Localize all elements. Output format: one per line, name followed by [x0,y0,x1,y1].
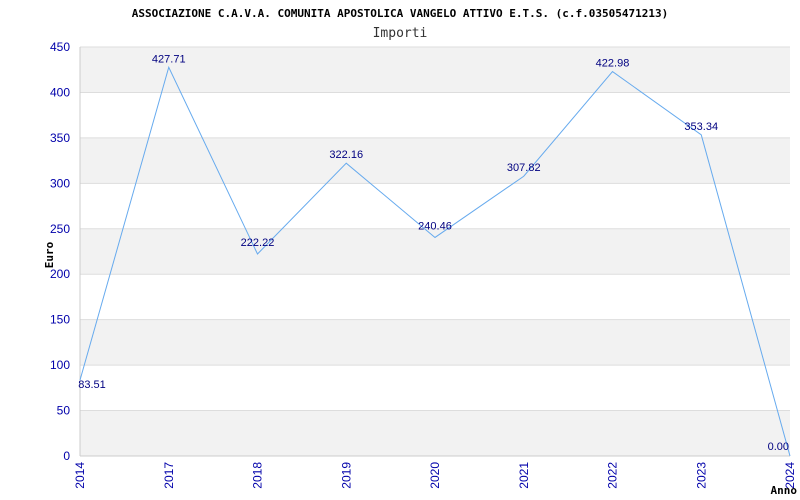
data-label: 240.46 [418,220,452,232]
y-tick-label: 100 [50,358,70,372]
chart-canvas: ASSOCIAZIONE C.A.V.A. COMUNITA APOSTOLIC… [43,7,797,497]
data-label: 222.22 [241,237,275,249]
data-label: 0.00 [768,441,789,453]
data-label: 422.98 [596,58,630,70]
x-tick-label: 2020 [428,462,442,489]
data-label: 427.71 [152,53,186,65]
line-chart: ASSOCIAZIONE C.A.V.A. COMUNITA APOSTOLIC… [0,0,800,500]
x-tick-label: 2018 [251,462,265,489]
chart-subtitle: Importi [373,26,428,41]
x-tick-label: 2022 [606,462,620,489]
y-tick-label: 350 [50,131,70,145]
y-tick-label: 300 [50,176,70,190]
y-tick-label: 400 [50,85,70,99]
grid-band [80,137,790,184]
data-label: 83.51 [78,379,106,391]
data-label: 353.34 [684,121,718,133]
x-tick-label: 2014 [73,462,87,489]
x-tick-label: 2023 [694,462,708,489]
x-tick-label: 2024 [783,462,797,489]
grid-band [80,228,790,275]
data-label: 322.16 [329,149,363,161]
y-tick-label: 50 [57,404,71,418]
y-tick-label: 200 [50,267,70,281]
y-tick-label: 0 [63,449,70,463]
grid-band [80,47,790,93]
x-tick-labels: 2014 2017 2018 2019 2020 2021 2022 2023 2024 [73,462,797,489]
plot-background [79,46,790,457]
y-tick-label: 150 [50,313,70,327]
y-tick-label: 450 [50,40,70,54]
x-tick-label: 2019 [339,462,353,489]
grid-band [80,410,790,456]
data-label: 307.82 [507,162,541,174]
x-tick-label: 2017 [162,462,176,489]
chart-title: ASSOCIAZIONE C.A.V.A. COMUNITA APOSTOLIC… [132,7,668,20]
grid-band [80,319,790,366]
y-axis-label: Euro [43,241,56,268]
y-tick-label: 250 [50,222,70,236]
x-tick-label: 2021 [517,462,531,489]
